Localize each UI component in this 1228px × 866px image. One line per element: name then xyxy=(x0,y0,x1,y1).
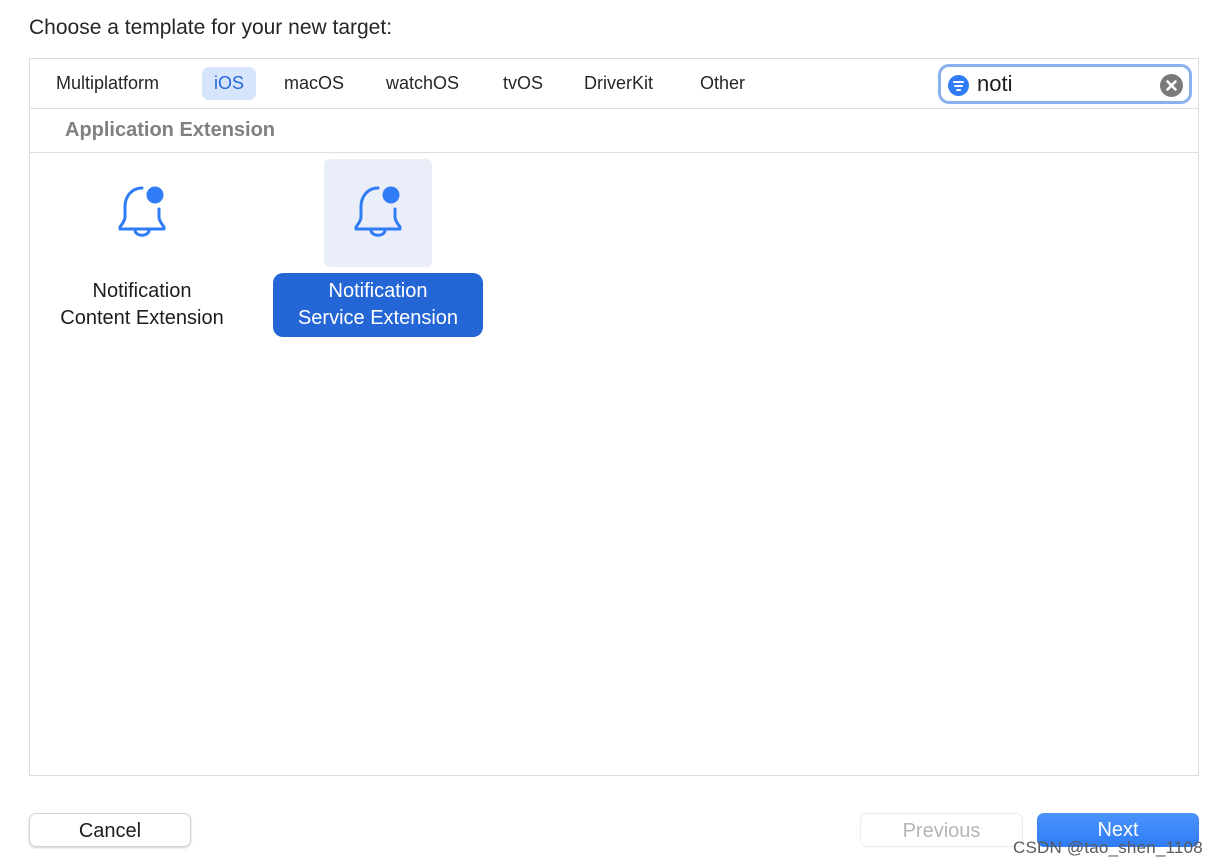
tab-watchos[interactable]: watchOS xyxy=(374,67,471,100)
tab-driverkit[interactable]: DriverKit xyxy=(572,67,665,100)
template-label-line1: Notification xyxy=(92,280,192,302)
template-label: Notification Service Extension xyxy=(273,273,483,337)
section-header: Application Extension xyxy=(30,109,1198,153)
cancel-button[interactable]: Cancel xyxy=(29,813,191,847)
tab-other[interactable]: Other xyxy=(688,67,757,100)
tab-multiplatform[interactable]: Multiplatform xyxy=(44,67,171,100)
watermark: CSDN @tao_shen_1108 xyxy=(1013,838,1203,857)
bell-badge-icon xyxy=(354,186,402,237)
previous-button[interactable]: Previous xyxy=(860,813,1023,847)
template-label: Notification Content Extension xyxy=(37,273,247,337)
template-icon-box xyxy=(88,159,196,267)
template-notification-service-extension[interactable]: Notification Service Extension xyxy=(273,159,483,349)
platform-tab-bar: Multiplatform iOS macOS watchOS tvOS Dri… xyxy=(30,59,1198,109)
dialog-title: Choose a template for your new target: xyxy=(29,16,393,39)
clear-icon[interactable] xyxy=(1160,74,1183,97)
template-icon-box xyxy=(324,159,432,267)
template-notification-content-extension[interactable]: Notification Content Extension xyxy=(37,159,247,349)
template-label-line2: Content Extension xyxy=(60,307,224,329)
template-label-line1: Notification xyxy=(328,280,428,302)
search-field[interactable] xyxy=(938,64,1192,104)
search-input[interactable] xyxy=(977,70,1157,98)
tab-macos[interactable]: macOS xyxy=(272,67,356,100)
bell-badge-icon xyxy=(118,186,166,237)
section-title: Application Extension xyxy=(65,119,276,141)
template-panel: Multiplatform iOS macOS watchOS tvOS Dri… xyxy=(29,58,1199,776)
tab-tvos[interactable]: tvOS xyxy=(491,67,555,100)
tab-ios[interactable]: iOS xyxy=(202,67,257,100)
filter-icon[interactable] xyxy=(948,75,969,96)
template-label-line2: Service Extension xyxy=(297,307,459,329)
